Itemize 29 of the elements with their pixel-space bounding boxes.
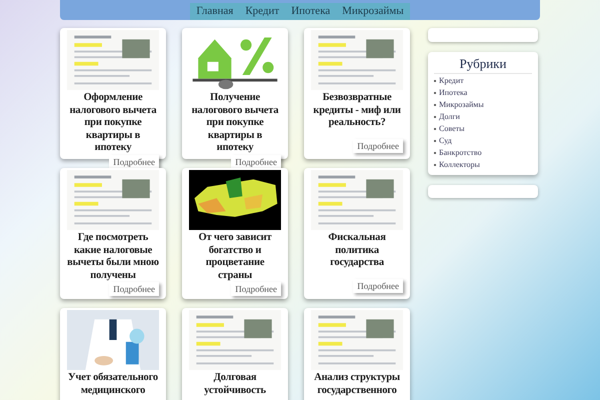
more-link[interactable]: Подробнее (353, 279, 403, 293)
article-title[interactable]: Фискальная политика государства (311, 232, 403, 270)
article-title[interactable]: Безвозвратные кредиты - миф или реальность? (311, 92, 403, 130)
search-field[interactable] (428, 28, 538, 42)
category-link[interactable]: Кредит (439, 75, 464, 87)
more-link[interactable]: Подробнее (231, 154, 281, 168)
panel-title: Рубрики (434, 55, 532, 74)
category-link[interactable]: Ипотека (439, 87, 468, 99)
more-link[interactable]: Подробнее (109, 154, 159, 168)
nav-item[interactable]: Микрозаймы (336, 3, 410, 20)
more-link[interactable]: Подробнее (353, 139, 403, 153)
nav-item[interactable]: Кредит (239, 3, 286, 20)
category-link[interactable]: Коллекторы (439, 159, 480, 171)
nav-item[interactable]: Главная (190, 3, 240, 20)
nav-item[interactable]: Ипотека (285, 3, 336, 20)
category-link[interactable]: Долги (439, 111, 460, 123)
category-link[interactable]: Банкротство (439, 147, 482, 159)
more-link[interactable]: Подробнее (231, 282, 281, 296)
article-title[interactable]: От чего зависит богатство и процветание страны (189, 232, 281, 282)
article-title[interactable]: Оформление налогового вычета при покупке квартиры в ипотеку (67, 92, 159, 154)
category-link[interactable]: Суд (439, 135, 452, 147)
article-title[interactable]: Долговая устойчивость (189, 372, 281, 397)
article-title[interactable]: Анализ структуры государственного (311, 372, 403, 397)
category-link[interactable]: Советы (439, 123, 464, 135)
article-title[interactable]: Получение налогового вычета при покупке квартиры в ипотеку (189, 92, 281, 154)
category-link[interactable]: Микрозаймы (439, 99, 484, 111)
article-title[interactable]: Где посмотреть какие налоговые вычеты были мною получены (67, 232, 159, 282)
more-link[interactable]: Подробнее (109, 282, 159, 296)
article-title[interactable]: Учет обязательного медицинского (67, 372, 159, 397)
